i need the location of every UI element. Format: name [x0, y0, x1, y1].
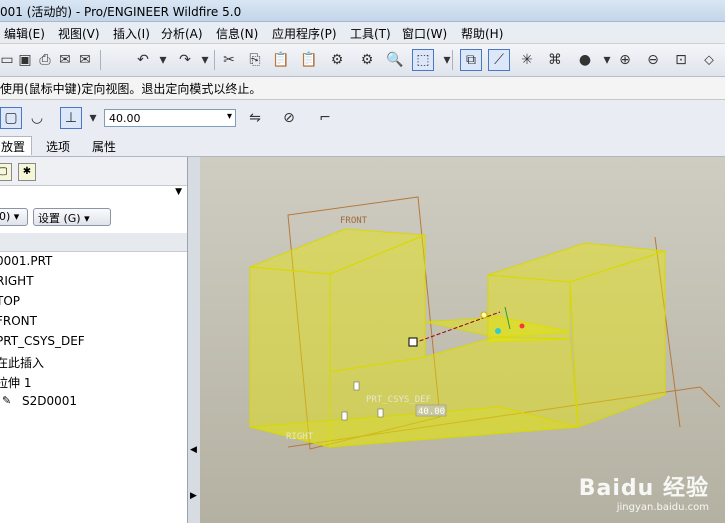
- email-icon[interactable]: ✉: [54, 49, 76, 71]
- right-block-side: [569, 250, 666, 428]
- thicken-sketch-icon[interactable]: ⌐: [314, 107, 336, 129]
- zoom-in-icon[interactable]: ⊕: [614, 49, 636, 71]
- sketch-icon: ✎: [2, 394, 12, 407]
- regen-manager-icon[interactable]: ⚙: [356, 49, 378, 71]
- menu-tools[interactable]: 工具(T): [350, 25, 391, 42]
- cut-icon[interactable]: ✂: [218, 49, 240, 71]
- undo-dropdown-icon[interactable]: ▾: [152, 49, 174, 71]
- find-icon[interactable]: 🔍: [384, 49, 406, 71]
- paste-icon[interactable]: 📋: [270, 49, 292, 71]
- remove-material-icon[interactable]: ⊘: [278, 107, 300, 129]
- axis-point-icon: [495, 328, 501, 334]
- tab-placement[interactable]: 放置: [0, 136, 33, 155]
- watermark-brand: Baidu 经验: [578, 476, 709, 501]
- save-icon[interactable]: ▣: [14, 49, 36, 71]
- redo-icon[interactable]: ↷: [174, 49, 196, 71]
- menu-insert[interactable]: 插入(I): [113, 25, 150, 42]
- tree-item-extrude[interactable]: 拉伸 1: [0, 374, 31, 391]
- regenerate-icon[interactable]: ⚙: [326, 49, 348, 71]
- chevron-down-icon[interactable]: ▾: [227, 111, 232, 122]
- watermark-url: jingyan.baidu.com: [616, 502, 709, 513]
- model-tree-panel: ▢ ✱ ▼ 0) ▾ 设置 (G) ▾ 0001.PRT RIGHT TOP F…: [0, 157, 188, 523]
- solid-icon[interactable]: ▢: [0, 107, 22, 129]
- folder-icon[interactable]: ▢: [0, 163, 12, 181]
- chevron-down-icon[interactable]: ▼: [175, 187, 182, 197]
- depth-blind-icon[interactable]: ⊥: [60, 107, 82, 129]
- selection-box-icon[interactable]: ⬚: [412, 49, 434, 71]
- csys-marker: [353, 381, 360, 391]
- menu-edit[interactable]: 编辑(E): [4, 25, 45, 42]
- navigator-tabs: ▢ ✱: [0, 157, 187, 186]
- toolbar-separator: [214, 50, 215, 70]
- show-button[interactable]: 0) ▾: [0, 208, 28, 226]
- csys-marker: [341, 411, 348, 421]
- status-message: 使用(鼠标中键)定向视图。退出定向模式以终止。: [0, 82, 262, 96]
- menu-bar: 编辑(E) 视图(V) 插入(I) 分析(A) 信息(N) 应用程序(P) 工具…: [0, 22, 725, 43]
- title-bar: 001 (活动的) - Pro/ENGINEER Wildfire 5.0: [0, 0, 725, 22]
- menu-analysis[interactable]: 分析(A): [161, 25, 203, 42]
- settings-button[interactable]: 设置 (G) ▾: [33, 208, 111, 226]
- front-label: FRONT: [340, 216, 368, 226]
- tab-properties[interactable]: 属性: [92, 138, 116, 155]
- tree-item-insert-here[interactable]: 在此插入: [0, 354, 44, 371]
- print-icon[interactable]: ⎙: [34, 49, 56, 71]
- selection-dropdown-icon[interactable]: ▾: [436, 49, 458, 71]
- orient-icon[interactable]: ⬦: [698, 49, 720, 71]
- message-area: 使用(鼠标中键)定向视图。退出定向模式以终止。: [0, 77, 725, 100]
- tree-column-header: [0, 233, 187, 252]
- right-label: RIGHT: [286, 432, 314, 442]
- zoom-out-icon[interactable]: ⊖: [642, 49, 664, 71]
- undo-icon[interactable]: ↶: [132, 49, 154, 71]
- model-view[interactable]: FRONT PRT_CSYS_DEF 40.00 RIGHT: [200, 157, 725, 523]
- datum-plane-display-icon[interactable]: ⧉: [460, 49, 482, 71]
- tree-view-dropdown[interactable]: ▼: [0, 187, 187, 201]
- tree-item-front-plane[interactable]: FRONT: [0, 314, 37, 328]
- flip-direction-icon[interactable]: ⇋: [244, 107, 266, 129]
- toolbar-separator: [452, 50, 453, 70]
- extrude-dashboard: ▢ ◡ ⊥ ▾ 40.00 ▾ ⇋ ⊘ ⌐: [0, 100, 725, 137]
- collapse-arrow-icon[interactable]: ◀: [190, 445, 197, 455]
- watermark: Baidu 经验 jingyan.baidu.com: [579, 470, 709, 513]
- refit-icon[interactable]: ⊡: [670, 49, 692, 71]
- tree-item-sketch[interactable]: S2D0001: [22, 394, 77, 408]
- tree-item-part[interactable]: 0001.PRT: [0, 254, 52, 268]
- surface-icon[interactable]: ◡: [26, 107, 48, 129]
- menu-view[interactable]: 视图(V): [58, 25, 100, 42]
- shading-icon[interactable]: ●: [574, 49, 596, 71]
- tree-item-right-plane[interactable]: RIGHT: [0, 274, 34, 288]
- tree-item-csys[interactable]: PRT_CSYS_DEF: [0, 334, 85, 348]
- main-toolbar: ▭ ▣ ⎙ ✉ ✉ ↶ ▾ ↷ ▾ ✂ ⎘ 📋 📋 ⚙ ⚙ 🔍 ⬚ ▾ ⧉ ⟋ …: [0, 44, 725, 77]
- dashboard-tabs: 放置 选项 属性: [0, 136, 725, 157]
- paste-special-icon[interactable]: 📋: [298, 49, 320, 71]
- tree-item-top-plane[interactable]: TOP: [0, 294, 20, 308]
- toolbar-separator: [100, 50, 101, 70]
- depth-value-input[interactable]: 40.00 ▾: [104, 109, 236, 127]
- arrow-head-icon: [480, 311, 488, 319]
- datum-point-display-icon[interactable]: ✳: [516, 49, 538, 71]
- datum-axis-display-icon[interactable]: ⟋: [488, 49, 510, 71]
- depth-value: 40.00: [109, 112, 141, 125]
- depth-options-dropdown-icon[interactable]: ▾: [82, 107, 104, 129]
- tab-options[interactable]: 选项: [46, 138, 70, 155]
- email-link-icon[interactable]: ✉: [74, 49, 96, 71]
- graphics-window[interactable]: FRONT PRT_CSYS_DEF 40.00 RIGHT Baidu 经验 …: [200, 157, 725, 523]
- origin-point-icon: [519, 323, 525, 329]
- copy-icon[interactable]: ⎘: [244, 49, 266, 71]
- menu-help[interactable]: 帮助(H): [461, 25, 503, 42]
- depth-drag-handle[interactable]: [408, 337, 418, 347]
- redo-dropdown-icon[interactable]: ▾: [194, 49, 216, 71]
- left-block-front: [249, 266, 331, 448]
- menu-info[interactable]: 信息(N): [216, 25, 258, 42]
- expand-arrow-icon[interactable]: ▶: [190, 491, 197, 501]
- csys-label: PRT_CSYS_DEF: [366, 395, 431, 405]
- menu-applications[interactable]: 应用程序(P): [272, 25, 337, 42]
- csys-marker: [377, 408, 384, 418]
- depth-dimension[interactable]: 40.00: [418, 407, 445, 417]
- csys-display-icon[interactable]: ⌘: [544, 49, 566, 71]
- menu-window[interactable]: 窗口(W): [402, 25, 447, 42]
- window-title: 001 (活动的) - Pro/ENGINEER Wildfire 5.0: [0, 5, 242, 19]
- favorites-icon[interactable]: ✱: [18, 163, 36, 181]
